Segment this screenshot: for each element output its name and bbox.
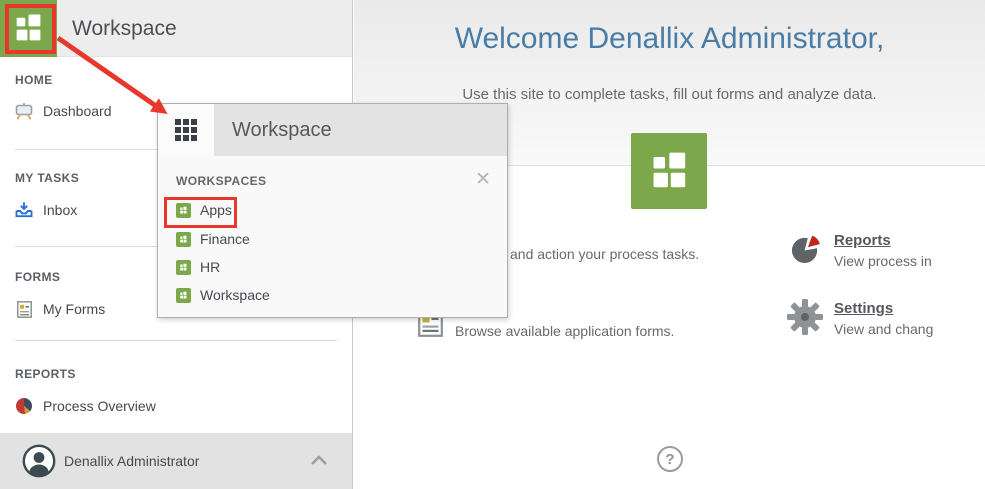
user-menu[interactable]: Denallix Administrator: [0, 433, 352, 489]
sidebar-item-label: Inbox: [43, 202, 77, 218]
form-document-icon: [15, 300, 33, 318]
user-avatar-icon: [22, 444, 56, 478]
app-window: Workspace HOME Dashboard MY TASKS: [0, 0, 985, 489]
chevron-up-icon[interactable]: [310, 455, 328, 466]
annotation-box-apps-item: [164, 197, 237, 228]
tasks-description: and action your process tasks.: [510, 246, 699, 262]
waffle-grid-icon[interactable]: [158, 104, 214, 156]
section-label-my-tasks: MY TASKS: [15, 171, 79, 185]
help-icon[interactable]: ?: [657, 446, 683, 472]
k2-logo-icon: [631, 133, 707, 209]
sidebar-item-label: Dashboard: [43, 103, 112, 119]
workspace-item-workspace[interactable]: Workspace: [176, 287, 270, 303]
reports-pie-icon: [790, 235, 821, 266]
dashboard-easel-icon: [15, 102, 33, 120]
sidebar-item-my-forms[interactable]: My Forms: [15, 300, 105, 318]
k2-mini-logo-icon: [176, 260, 191, 275]
sidebar-divider: [15, 340, 337, 341]
k2-mini-logo-icon: [176, 288, 191, 303]
popup-header: Workspace: [158, 104, 507, 156]
page-title: Welcome Denallix Administrator,: [354, 22, 985, 56]
workspace-item-label: HR: [200, 259, 220, 275]
section-label-forms: FORMS: [15, 270, 60, 284]
settings-description: View and chang: [834, 321, 933, 337]
user-name: Denallix Administrator: [64, 453, 199, 469]
workspace-item-label: Workspace: [200, 287, 270, 303]
settings-link[interactable]: Settings: [834, 300, 933, 317]
reports-description: View process in: [834, 253, 932, 269]
forms-description: Browse available application forms.: [455, 323, 674, 339]
sidebar-item-label: My Forms: [43, 301, 105, 317]
section-label-home: HOME: [15, 73, 53, 87]
section-label-reports: REPORTS: [15, 367, 76, 381]
k2-mini-logo-icon: [176, 232, 191, 247]
workspaces-section-label: WORKSPACES: [176, 174, 266, 188]
close-icon[interactable]: ✕: [475, 168, 491, 191]
reports-link[interactable]: Reports: [834, 232, 932, 249]
workspace-item-label: Finance: [200, 231, 250, 247]
gear-icon: [786, 298, 824, 336]
sidebar-item-inbox[interactable]: Inbox: [15, 201, 77, 219]
sidebar-title: Workspace: [72, 0, 177, 57]
pie-chart-icon: [15, 397, 33, 415]
inbox-download-icon: [15, 201, 33, 219]
page-subtitle: Use this site to complete tasks, fill ou…: [354, 86, 985, 103]
annotation-box-app-logo: [5, 4, 56, 54]
sidebar-item-process-overview[interactable]: Process Overview: [15, 397, 156, 415]
workspace-item-finance[interactable]: Finance: [176, 231, 250, 247]
workspace-item-hr[interactable]: HR: [176, 259, 220, 275]
sidebar-item-label: Process Overview: [43, 398, 156, 414]
sidebar-item-dashboard[interactable]: Dashboard: [15, 102, 112, 120]
popup-title: Workspace: [214, 104, 507, 156]
